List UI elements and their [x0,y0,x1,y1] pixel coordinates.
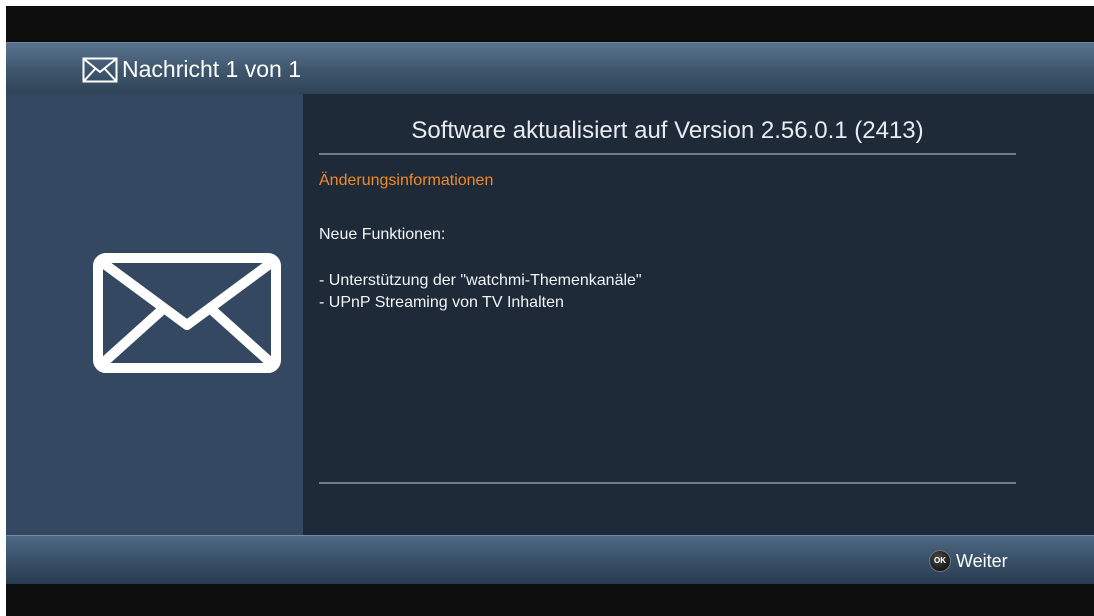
envelope-icon [93,253,281,373]
message-icon-panel [6,94,303,535]
footer-bar: OK Weiter [6,535,1094,584]
header-bar: Nachricht 1 von 1 [6,42,1094,94]
message-line: - UPnP Streaming von TV Inhalten [319,294,564,311]
bottom-letterbox [6,584,1094,616]
section-heading: Änderungsinformationen [319,172,494,189]
divider [319,482,1016,484]
message-body: Software aktualisiert auf Version 2.56.0… [6,94,1094,535]
divider [319,153,1016,155]
envelope-icon [82,57,118,83]
osd-screen: Nachricht 1 von 1 Software aktualisiert … [6,6,1094,616]
message-line: - Unterstützung der "watchmi-Themenkanäl… [319,272,642,289]
message-title: Software aktualisiert auf Version 2.56.0… [411,117,924,144]
ok-key-icon: OK [929,550,951,572]
continue-label: Weiter [956,551,1008,571]
top-letterbox [6,6,1094,42]
continue-button[interactable]: OK Weiter [929,550,1008,572]
message-content: Software aktualisiert auf Version 2.56.0… [319,94,1016,535]
page-title: Nachricht 1 von 1 [122,56,301,82]
message-line: Neue Funktionen: [319,226,446,243]
